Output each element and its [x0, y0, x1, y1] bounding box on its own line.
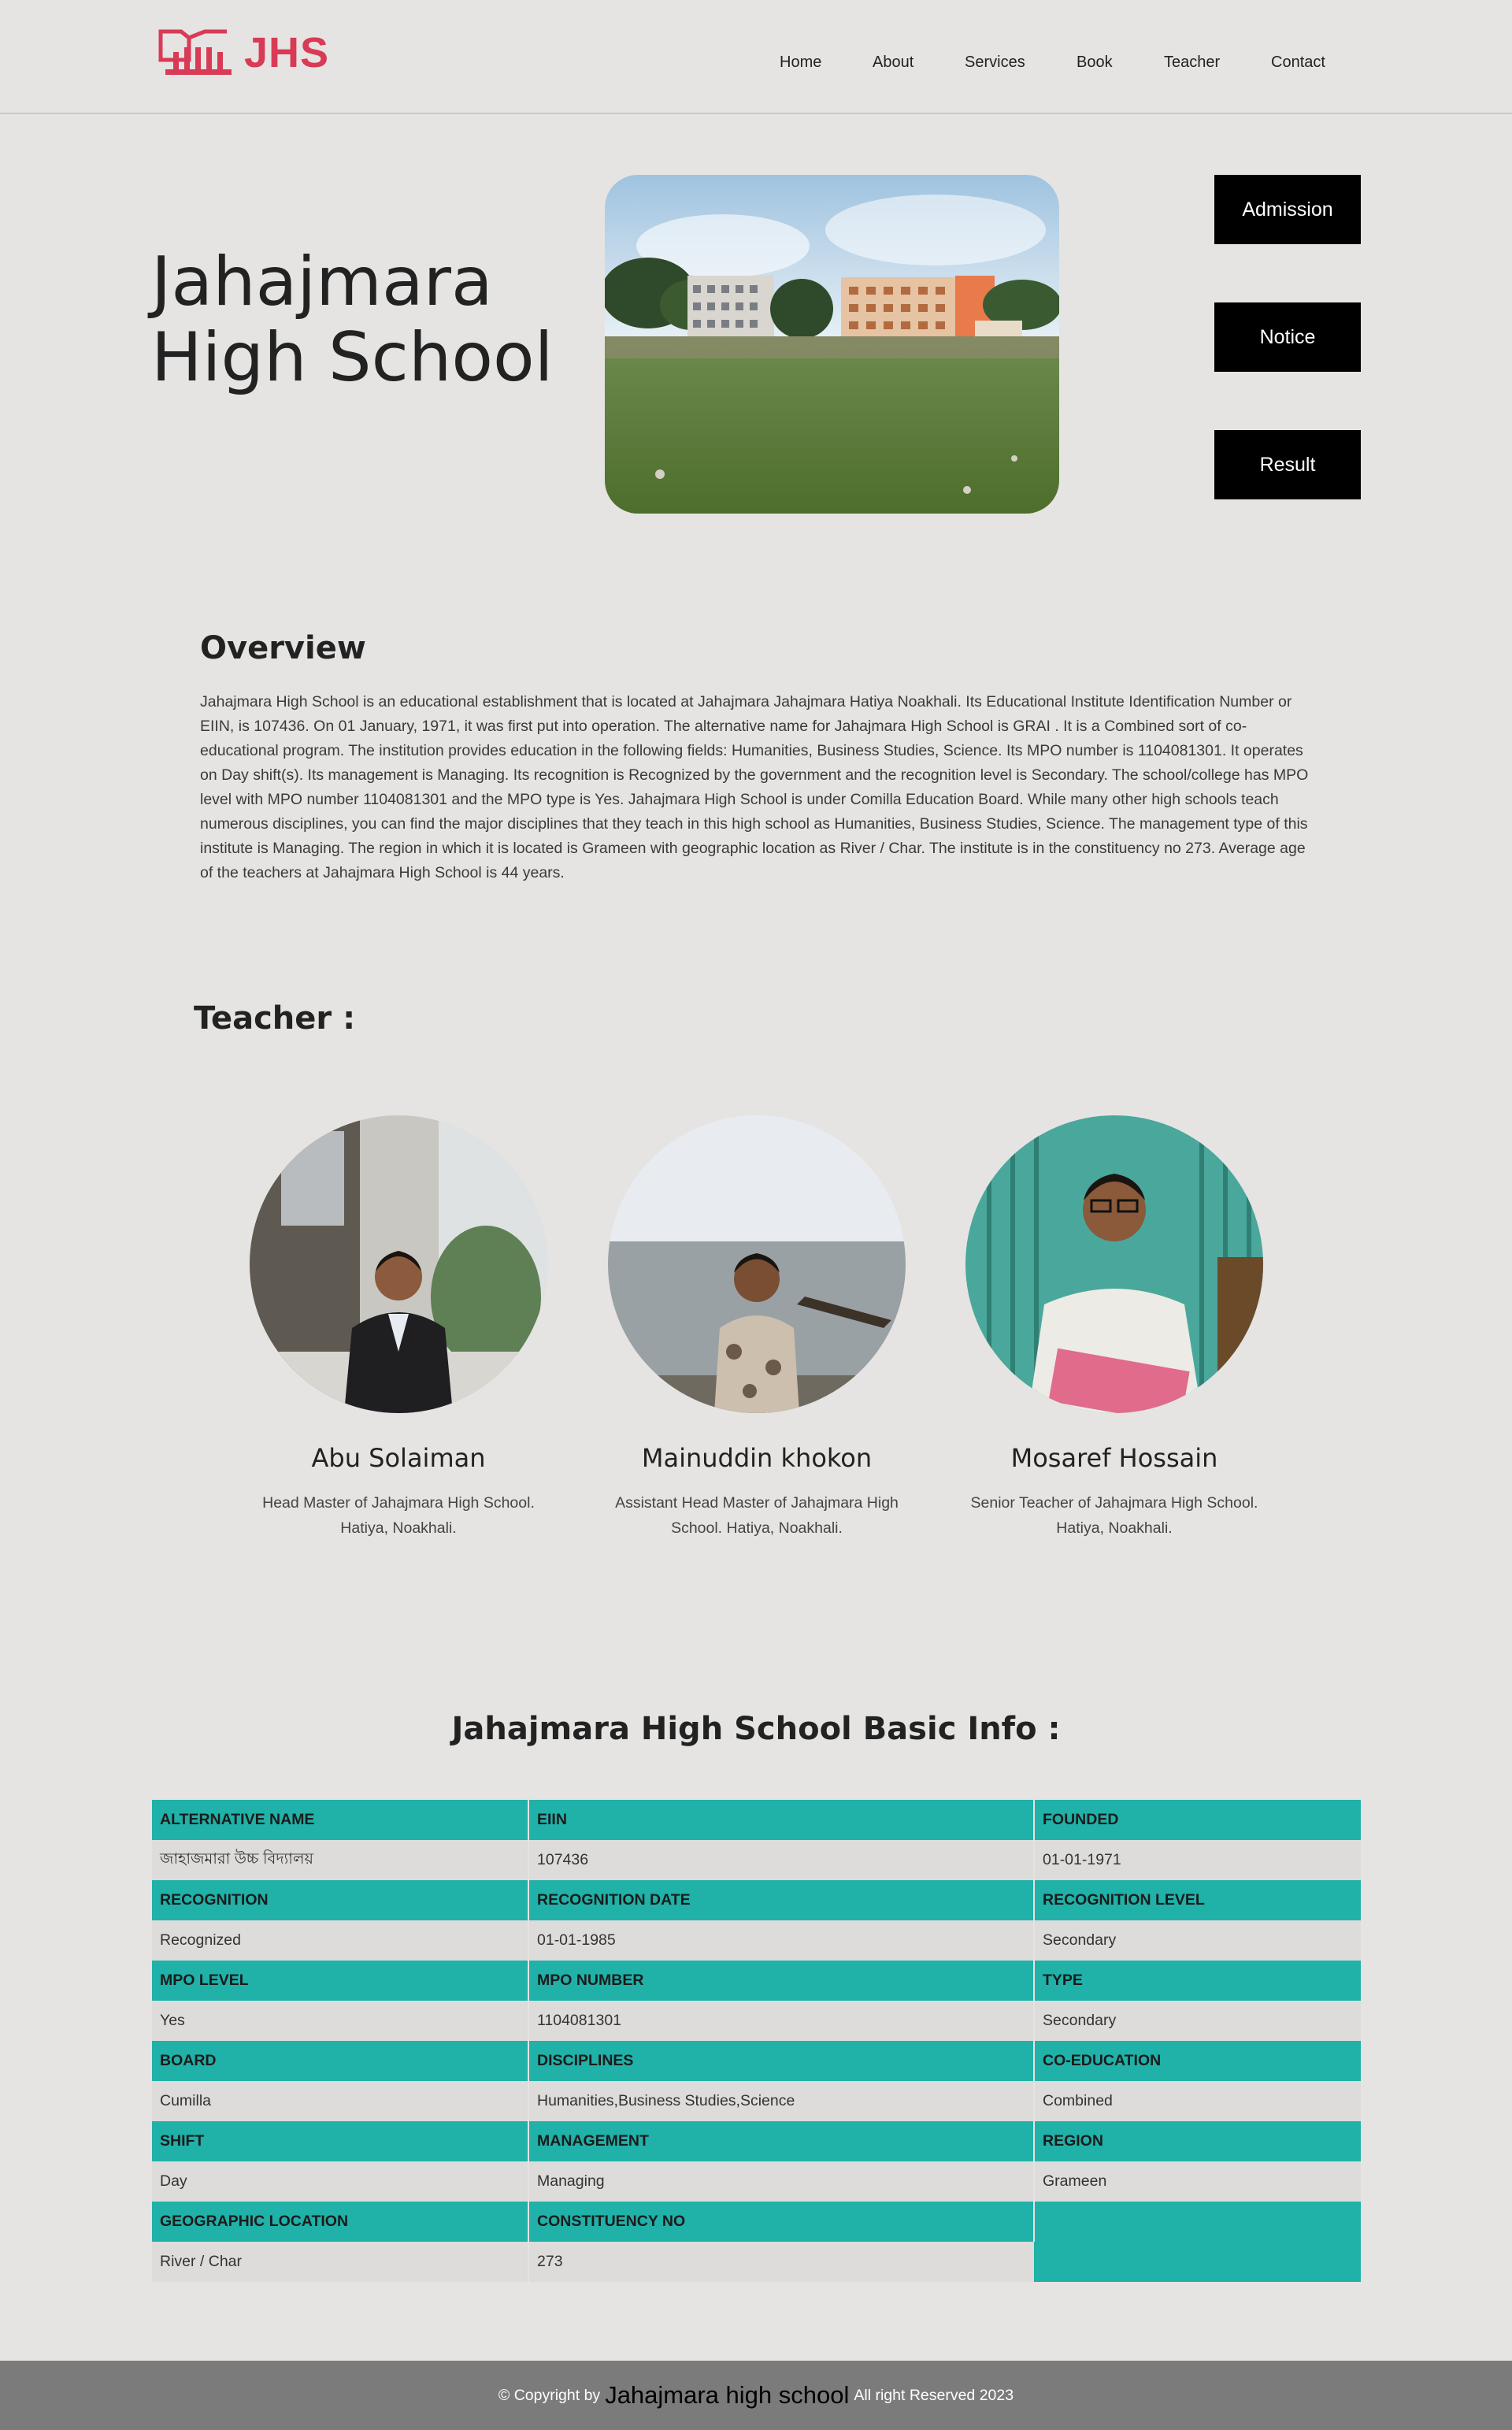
table-header-cell: SHIFT [152, 2121, 529, 2161]
table-cell: Humanities,Business Studies,Science [528, 2081, 1035, 2121]
table-cell: Managing [528, 2161, 1035, 2202]
table-cell: Cumilla [152, 2081, 529, 2121]
table-header-row: GEOGRAPHIC LOCATION CONSTITUENCY NO [152, 2202, 1361, 2282]
footer-copyright-suffix: All right Reserved 2023 [854, 2386, 1014, 2404]
table-cell: Recognized [152, 1920, 529, 1961]
teacher-name: Mosaref Hossain [1010, 1443, 1218, 1473]
table-header-cell: FOUNDED [1034, 1800, 1361, 1840]
table-header-cell: GEOGRAPHIC LOCATION [152, 2202, 529, 2242]
table-header-cell: MPO LEVEL [152, 1961, 529, 2001]
table-cell: Secondary [1034, 2001, 1361, 2041]
admission-button[interactable]: Admission [1214, 175, 1361, 244]
nav-about[interactable]: About [873, 54, 914, 72]
nav-home[interactable]: Home [780, 54, 821, 72]
table-header-cell: RECOGNITION DATE [528, 1880, 1035, 1920]
table-header-cell: ALTERNATIVE NAME [152, 1800, 529, 1840]
teacher-card: Abu Solaiman Head Master of Jahajmara Hi… [233, 1115, 564, 1541]
table-row: Day Managing Grameen [152, 2161, 1361, 2202]
table-header-row: SHIFT MANAGEMENT REGION [152, 2121, 1361, 2161]
teacher-heading: Teacher : [194, 1000, 356, 1037]
teacher-photo [965, 1115, 1263, 1413]
nav-teacher[interactable]: Teacher [1164, 54, 1220, 72]
basic-info-table: ALTERNATIVE NAME EIIN FOUNDED জাহাজমারা … [152, 1800, 1361, 2282]
school-campus-photo [605, 175, 1059, 514]
basic-info-title: Jahajmara High School Basic Info : [451, 1711, 1061, 1747]
teacher-photo [250, 1115, 547, 1413]
overview-title: Overview [200, 630, 366, 666]
table-header-cell: MANAGEMENT [528, 2121, 1035, 2161]
table-cell: 01-01-1971 [1034, 1840, 1361, 1880]
table-header-row: RECOGNITION RECOGNITION DATE RECOGNITION… [152, 1880, 1361, 1920]
teacher-name: Mainuddin khokon [641, 1443, 873, 1473]
footer-brand-link[interactable]: Jahajmara high school [605, 2381, 849, 2410]
table-cell: 273 [528, 2242, 1034, 2282]
table-cell: Combined [1034, 2081, 1361, 2121]
table-cell: 1104081301 [528, 2001, 1035, 2041]
teacher-role: Senior Teacher of Jahajmara High School.… [970, 1494, 1258, 1537]
table-filler-cell [1034, 2202, 1361, 2282]
table-row: Recognized 01-01-1985 Secondary [152, 1920, 1361, 1961]
table-header-cell: CONSTITUENCY NO [528, 2202, 1035, 2242]
table-header-row: BOARD DISCIPLINES CO-EDUCATION [152, 2041, 1361, 2081]
nav-book[interactable]: Book [1077, 54, 1113, 72]
nav-contact[interactable]: Contact [1271, 54, 1325, 72]
table-header-cell: RECOGNITION LEVEL [1034, 1880, 1361, 1920]
teacher-name: Abu Solaiman [311, 1443, 486, 1473]
table-header-cell: TYPE [1034, 1961, 1361, 2001]
table-header-cell: EIIN [528, 1800, 1035, 1840]
table-cell: Grameen [1034, 2161, 1361, 2202]
table-header-cell: REGION [1034, 2121, 1361, 2161]
table-row: Cumilla Humanities,Business Studies,Scie… [152, 2081, 1361, 2121]
overview-text: Jahajmara High School is an educational … [200, 693, 1309, 881]
table-cell: Secondary [1034, 1920, 1361, 1961]
hero-title: Jahajmara High School [151, 244, 592, 395]
table-row: জাহাজমারা উচ্চ বিদ্যালয় 107436 01-01-19… [152, 1840, 1361, 1880]
table-cell: জাহাজমারা উচ্চ বিদ্যালয় [152, 1840, 529, 1880]
table-row: Yes 1104081301 Secondary [152, 2001, 1361, 2041]
table-header-cell: MPO NUMBER [528, 1961, 1035, 2001]
notice-button[interactable]: Notice [1214, 302, 1361, 372]
hero-title-line1: Jahajmara [151, 243, 493, 321]
nav-services[interactable]: Services [965, 54, 1025, 72]
table-header-row: MPO LEVEL MPO NUMBER TYPE [152, 1961, 1361, 2001]
teacher-role: Assistant Head Master of Jahajmara High … [615, 1494, 899, 1537]
table-cell: Yes [152, 2001, 529, 2041]
table-cell: River / Char [152, 2242, 529, 2282]
table-header-row: ALTERNATIVE NAME EIIN FOUNDED [152, 1800, 1361, 1840]
main-nav: Home About Services Book Teacher Contact [0, 54, 1512, 85]
table-header-cell: BOARD [152, 2041, 529, 2081]
footer-copyright-prefix: © Copyright by [498, 2386, 601, 2404]
table-cell: Day [152, 2161, 529, 2202]
site-footer: © Copyright by Jahajmara high school All… [0, 2361, 1512, 2430]
result-button[interactable]: Result [1214, 430, 1361, 499]
table-header-cell: RECOGNITION [152, 1880, 529, 1920]
teacher-role: Head Master of Jahajmara High School. Ha… [262, 1494, 535, 1537]
table-header-cell: DISCIPLINES [528, 2041, 1035, 2081]
teacher-card: Mosaref Hossain Senior Teacher of Jahajm… [949, 1115, 1280, 1541]
site-header: JHS Home About Services Book Teacher Con… [0, 0, 1512, 114]
table-cell: 107436 [528, 1840, 1035, 1880]
table-cell: 01-01-1985 [528, 1920, 1035, 1961]
hero-title-line2: High School [151, 318, 554, 397]
teacher-photo [608, 1115, 906, 1413]
teacher-card: Mainuddin khokon Assistant Head Master o… [591, 1115, 922, 1541]
table-header-cell: CO-EDUCATION [1034, 2041, 1361, 2081]
